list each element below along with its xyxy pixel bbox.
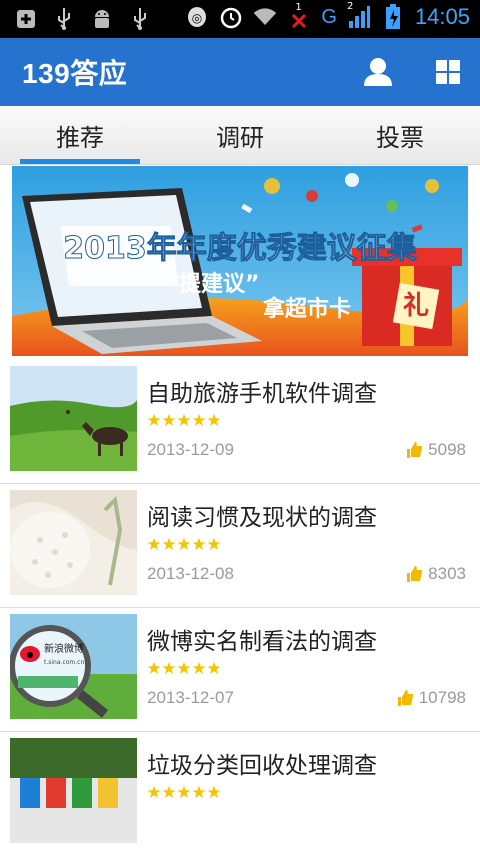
survey-title: 微博实名制看法的调查 — [147, 629, 377, 655]
signal-number: 2 — [346, 1, 354, 12]
sim-missing-icon: 1 — [287, 2, 311, 30]
thumb-up-icon — [407, 442, 423, 458]
user-icon — [364, 58, 392, 86]
survey-date: 2013-12-08 — [147, 564, 234, 583]
list-item[interactable]: 自助旅游手机软件调查 2013-12-09 5098 — [0, 360, 480, 484]
alarm-icon — [219, 4, 243, 30]
sync-icon: ◎ — [185, 4, 209, 30]
thumb-up-icon — [397, 690, 413, 706]
battery-icon — [381, 4, 405, 30]
like-count-value: 5098 — [428, 440, 466, 459]
add-box-icon — [14, 6, 38, 32]
android-icon — [90, 6, 114, 32]
like-count: 8303 — [406, 564, 466, 584]
network-type: G — [321, 5, 337, 28]
star-icon — [207, 785, 221, 799]
star-icon — [147, 413, 161, 427]
star-icon — [177, 661, 191, 675]
star-icon — [192, 537, 206, 551]
sim-number: 1 — [295, 2, 302, 13]
banner-headline: 2013年年度优秀建议征集 — [63, 231, 417, 266]
tab-bar: 推荐 调研 投票 — [0, 106, 480, 165]
survey-thumbnail — [10, 738, 137, 843]
star-icon — [207, 661, 221, 675]
star-icon — [192, 413, 206, 427]
tab-label: 调研 — [216, 123, 264, 152]
thumb-up-icon — [407, 566, 423, 582]
like-count: 10798 — [397, 688, 466, 708]
rating-stars — [147, 661, 221, 675]
gift-label: 礼 — [403, 290, 429, 321]
star-icon — [192, 785, 206, 799]
tab-label: 投票 — [376, 123, 424, 152]
banner-subtitle-left: “提建议” — [165, 271, 260, 297]
like-count-value: 10798 — [418, 688, 466, 707]
notification-icons — [14, 6, 152, 32]
grid-menu-button[interactable] — [430, 54, 466, 90]
grid-icon — [436, 60, 460, 84]
survey-thumbnail — [10, 366, 137, 471]
star-icon — [147, 661, 161, 675]
survey-title: 自助旅游手机软件调查 — [147, 381, 377, 407]
signal-icon: 2 — [346, 1, 371, 30]
tab-label: 推荐 — [56, 123, 104, 152]
survey-date: 2013-12-09 — [147, 440, 234, 459]
like-count: 5098 — [406, 440, 466, 460]
usb-icon — [52, 6, 76, 32]
survey-thumbnail: 新浪微博 t.sina.com.cn — [10, 614, 137, 719]
tab-vote[interactable]: 投票 — [320, 106, 480, 164]
tab-recommend[interactable]: 推荐 — [0, 106, 160, 164]
app-bar: 139答应 — [0, 38, 480, 106]
star-icon — [207, 413, 221, 427]
survey-title: 阅读习惯及现状的调查 — [147, 505, 377, 531]
status-bar: ◎ 1 G 2 14:05 — [0, 0, 480, 38]
user-button[interactable] — [360, 54, 396, 90]
rating-stars — [147, 413, 221, 427]
clock: 14:05 — [414, 4, 470, 29]
list-item[interactable]: 阅读习惯及现状的调查 2013-12-08 8303 — [0, 484, 480, 608]
like-count-value: 8303 — [428, 564, 466, 583]
tab-indicator — [20, 159, 140, 164]
weibo-url-text: t.sina.com.cn — [44, 659, 84, 666]
survey-title: 垃圾分类回收处理调查 — [147, 753, 377, 779]
star-icon — [162, 413, 176, 427]
star-icon — [162, 537, 176, 551]
star-icon — [177, 413, 191, 427]
rating-stars — [147, 785, 221, 799]
star-icon — [147, 785, 161, 799]
wifi-icon — [253, 4, 277, 30]
weibo-logo-icon — [20, 646, 40, 662]
survey-list: 自助旅游手机软件调查 2013-12-09 5098 阅读习惯及现状的调查 20… — [0, 360, 480, 855]
star-icon — [162, 661, 176, 675]
banner-subtitle-right: 拿超市卡 — [262, 296, 351, 322]
system-icons: ◎ 1 G 2 14:05 — [185, 1, 470, 30]
rating-stars — [147, 537, 221, 551]
star-icon — [147, 537, 161, 551]
star-icon — [162, 785, 176, 799]
app-title: 139答应 — [22, 58, 128, 89]
star-icon — [177, 537, 191, 551]
survey-date: 2013-12-07 — [147, 688, 234, 707]
star-icon — [192, 661, 206, 675]
survey-thumbnail — [10, 490, 137, 595]
tab-research[interactable]: 调研 — [160, 106, 320, 164]
weibo-logo-text: 新浪微博 — [44, 642, 84, 655]
svg-text:◎: ◎ — [192, 11, 202, 25]
star-icon — [207, 537, 221, 551]
usb-icon — [128, 6, 152, 32]
promo-banner[interactable]: 2013年年度优秀建议征集 “提建议” 拿超市卡 礼 — [12, 166, 468, 356]
list-item[interactable]: 垃圾分类回收处理调查 — [0, 732, 480, 855]
star-icon — [177, 785, 191, 799]
list-item[interactable]: 新浪微博 t.sina.com.cn 微博实名制看法的调查 2013-12-07… — [0, 608, 480, 732]
